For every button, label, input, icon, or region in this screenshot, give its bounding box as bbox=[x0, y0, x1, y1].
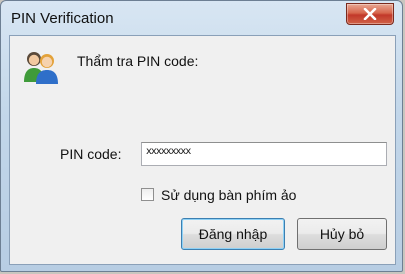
pin-verification-dialog: PIN Verification Thẩm tra PIN code: PIN … bbox=[0, 0, 403, 272]
login-button[interactable]: Đăng nhập bbox=[181, 218, 285, 250]
pin-code-input[interactable]: xxxxxxxxx bbox=[141, 142, 387, 166]
virtual-keyboard-checkbox[interactable] bbox=[141, 188, 154, 201]
header-label: Thẩm tra PIN code: bbox=[77, 53, 199, 69]
close-button[interactable] bbox=[346, 3, 394, 25]
window-title: PIN Verification bbox=[11, 10, 114, 27]
close-icon bbox=[363, 8, 377, 20]
virtual-keyboard-label[interactable]: Sử dụng bàn phím ảo bbox=[161, 187, 296, 203]
pin-code-label: PIN code: bbox=[60, 146, 122, 162]
cancel-button[interactable]: Hủy bỏ bbox=[297, 218, 387, 250]
users-icon bbox=[24, 52, 58, 84]
title-bar[interactable]: PIN Verification bbox=[1, 1, 402, 35]
dialog-body: Thẩm tra PIN code: PIN code: xxxxxxxxx S… bbox=[9, 35, 396, 265]
